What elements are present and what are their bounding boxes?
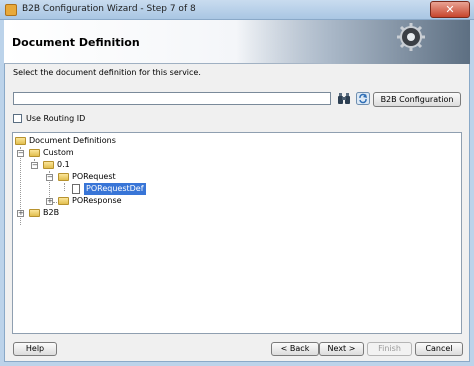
tree-node-label-selected: PORequestDef: [84, 183, 146, 195]
collapse-icon[interactable]: −: [17, 150, 24, 157]
tree-node-label: B2B: [43, 208, 60, 217]
next-button[interactable]: Next >: [319, 342, 364, 356]
document-icon: [72, 184, 80, 194]
use-routing-id-checkbox[interactable]: [13, 114, 22, 123]
help-button[interactable]: Help: [13, 342, 57, 356]
back-button[interactable]: < Back: [271, 342, 319, 356]
window-title: B2B Configuration Wizard - Step 7 of 8: [22, 4, 196, 14]
close-button[interactable]: ✕: [430, 1, 470, 18]
app-icon: [5, 4, 17, 16]
folder-open-icon: [29, 149, 40, 157]
expand-icon[interactable]: +: [46, 198, 53, 205]
folder-open-icon: [15, 137, 26, 145]
folder-open-icon: [43, 161, 54, 169]
tree-node-label: 0.1: [57, 160, 70, 169]
tree-node-label: Custom: [43, 148, 74, 157]
cancel-button[interactable]: Cancel: [415, 342, 463, 356]
binoculars-icon[interactable]: [337, 92, 351, 105]
folder-icon: [58, 197, 69, 205]
collapse-icon[interactable]: −: [31, 162, 38, 169]
collapse-icon[interactable]: −: [46, 174, 53, 181]
tree-node-label: POResponse: [72, 196, 122, 205]
document-definition-field[interactable]: [13, 92, 331, 105]
tree-node-label: Document Definitions: [29, 136, 116, 145]
tree-connector: [64, 183, 65, 191]
folder-open-icon: [58, 173, 69, 181]
tree-node-label: PORequest: [72, 172, 116, 181]
use-routing-id-label: Use Routing ID: [26, 114, 86, 123]
refresh-icon[interactable]: [356, 92, 370, 105]
title-bar: B2B Configuration Wizard - Step 7 of 8 ✕: [0, 0, 474, 20]
gear-icon: [397, 23, 425, 51]
page-title: Document Definition: [12, 36, 140, 49]
finish-button[interactable]: Finish: [367, 342, 412, 356]
expand-icon[interactable]: +: [17, 210, 24, 217]
b2b-configuration-button[interactable]: B2B Configuration: [373, 92, 461, 107]
header-banner-art: [236, 20, 470, 64]
folder-icon: [29, 209, 40, 217]
instruction-text: Select the document definition for this …: [13, 68, 201, 77]
document-definitions-tree[interactable]: Document Definitions − Custom − 0.1 − PO…: [12, 132, 462, 334]
